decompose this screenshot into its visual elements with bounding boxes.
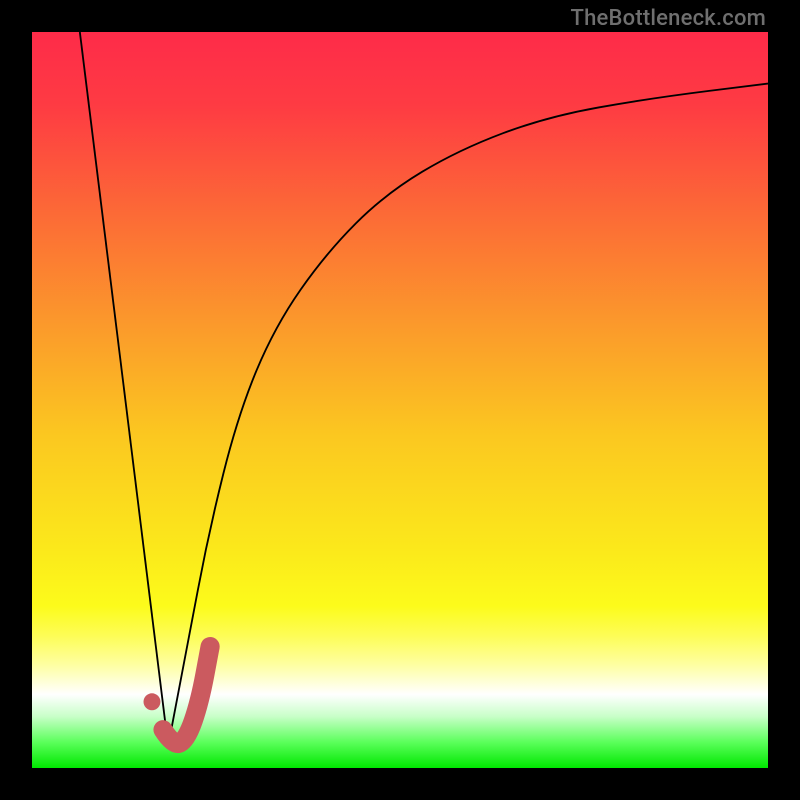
watermark-text: TheBottleneck.com [571, 6, 766, 31]
chart-frame: TheBottleneck.com [0, 0, 800, 800]
plot-area [32, 32, 768, 768]
j-mark-icon [163, 647, 210, 744]
series-right-curve [168, 84, 768, 746]
chart-curves [32, 32, 768, 768]
dot-mark-icon [144, 693, 161, 710]
series-left-slope [80, 32, 168, 746]
